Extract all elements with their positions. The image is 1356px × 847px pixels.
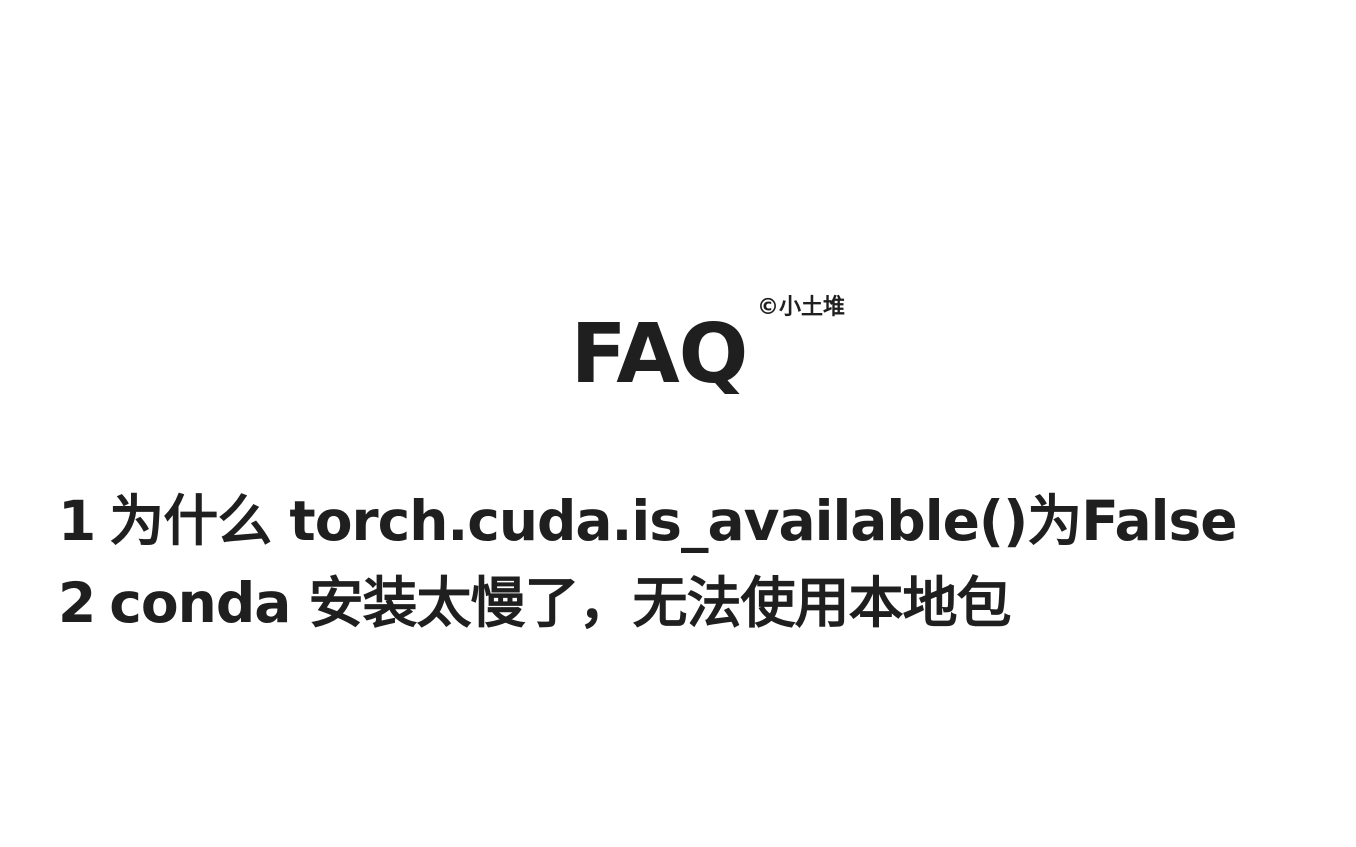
slide: FAQ ©小土堆 1 为什么 torch.cuda.is_available()为…: [0, 0, 1356, 847]
faq-item-text: 为什么 torch.cuda.is_available()为False: [109, 489, 1237, 553]
faq-item-text: conda 安装太慢了，无法使用本地包: [109, 571, 1011, 635]
faq-item-2: 2 conda 安装太慢了，无法使用本地包: [58, 562, 1237, 644]
faq-list: 1 为什么 torch.cuda.is_available()为False 2 co…: [58, 480, 1238, 644]
copyright-watermark: ©小土堆: [757, 295, 846, 320]
page-title: FAQ: [570, 307, 749, 402]
faq-item-number: 1: [58, 489, 96, 553]
faq-item-number: 2: [58, 571, 96, 635]
faq-item-1: 1 为什么 torch.cuda.is_available()为False: [58, 480, 1238, 562]
